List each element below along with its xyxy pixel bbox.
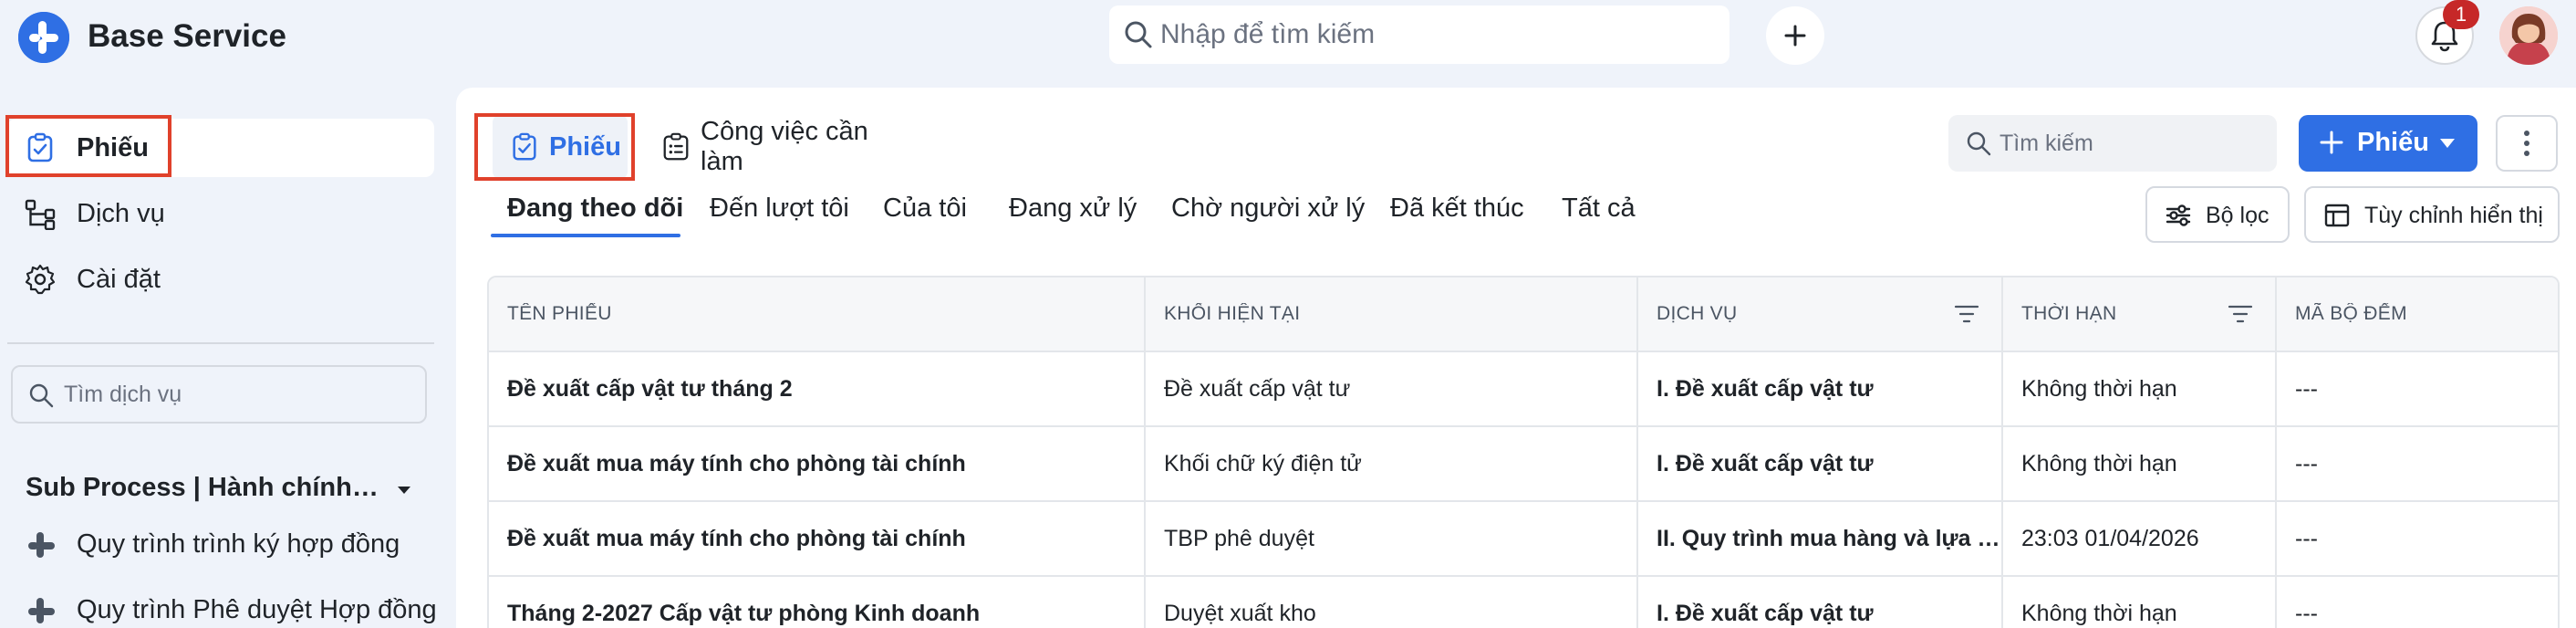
column-header-deadline[interactable]: THỜI HẠN [2003, 277, 2277, 351]
cell-deadline: 23:03 01/04/2026 [2003, 502, 2277, 575]
table-header-row: TÊN PHIẾU KHỐI HIỆN TẠI DỊCH VỤ THỜI HẠN… [489, 277, 2558, 352]
process-label: Quy trình Phê duyệt Hợp đồng [77, 595, 437, 624]
sidebar-item-label: Cài đặt [77, 264, 161, 294]
column-header-current-block[interactable]: KHỐI HIỆN TẠI [1146, 277, 1638, 351]
tab-tickets[interactable]: Phiếu [493, 115, 628, 179]
more-vertical-icon [2524, 131, 2529, 156]
cell-deadline: Không thời hạn [2003, 577, 2277, 628]
sidebar-process-item[interactable]: Quy trình trình ký hợp đồng [26, 520, 427, 571]
global-search[interactable] [1109, 5, 1729, 64]
main-panel: Phiếu Công việc cần làm Phiếu [456, 88, 2576, 628]
ticket-table: TÊN PHIẾU KHỐI HIỆN TẠI DỊCH VỤ THỜI HẠN… [487, 276, 2560, 628]
cell-ticket-name[interactable]: Đề xuất mua máy tính cho phòng tài chính [489, 427, 1146, 500]
cell-service: I. Đề xuất cấp vật tư [1638, 577, 2003, 628]
caret-down-icon [2440, 139, 2455, 148]
sidebar-item-settings[interactable]: Cài đặt [7, 250, 434, 309]
filter-button-label: Bộ lọc [2206, 203, 2270, 228]
filter-tab-waiting[interactable]: Chờ người xử lý [1171, 194, 1365, 224]
service-search-input[interactable] [64, 378, 410, 411]
customize-view-label: Tùy chỉnh hiển thị [2364, 203, 2543, 228]
search-icon [1125, 21, 1152, 48]
sidebar-divider [7, 342, 434, 344]
create-ticket-button[interactable]: Phiếu [2299, 115, 2477, 172]
app-logo-icon[interactable] [18, 12, 69, 63]
sidebar-item-label: Dịch vụ [77, 198, 165, 228]
search-icon [1967, 131, 1991, 156]
plus-icon [1784, 25, 1806, 47]
user-avatar[interactable] [2499, 6, 2558, 65]
cell-service: I. Đề xuất cấp vật tư [1638, 352, 2003, 425]
workflow-icon [25, 199, 56, 230]
service-search[interactable] [11, 365, 427, 424]
create-button[interactable] [1766, 6, 1824, 65]
tab-todo[interactable]: Công việc cần làm [644, 115, 918, 179]
cell-current-block: Khối chữ ký điện tử [1146, 427, 1638, 500]
plus-icon [2320, 131, 2343, 154]
top-bar: Base Service 1 [0, 0, 2576, 75]
tab-label: Phiếu [549, 131, 621, 162]
customize-view-button[interactable]: Tùy chỉnh hiển thị [2304, 186, 2560, 243]
process-icon [28, 532, 55, 558]
table-row[interactable]: Đề xuất mua máy tính cho phòng tài chính… [489, 427, 2558, 502]
cell-counter-code: --- [2295, 375, 2318, 402]
filter-button[interactable]: Bộ lọc [2145, 186, 2290, 243]
process-label: Quy trình trình ký hợp đồng [77, 529, 400, 559]
column-header-ticket-name[interactable]: TÊN PHIẾU [489, 277, 1146, 351]
table-row[interactable]: Đề xuất cấp vật tư tháng 2 Đề xuất cấp v… [489, 352, 2558, 427]
cell-ticket-name[interactable]: Đề xuất cấp vật tư tháng 2 [489, 352, 1146, 425]
more-options-button[interactable] [2496, 115, 2558, 172]
ticket-check-icon [513, 132, 536, 161]
sidebar-item-tickets[interactable]: Phiếu [7, 119, 434, 177]
cell-current-block: TBP phê duyệt [1146, 502, 1638, 575]
app-title: Base Service [88, 18, 286, 54]
sidebar-item-label: Phiếu [77, 132, 149, 162]
cell-counter-code: --- [2295, 525, 2318, 551]
ticket-search[interactable] [1948, 115, 2277, 172]
column-filter-icon[interactable] [2228, 303, 2253, 325]
filter-tab-my-turn[interactable]: Đến lượt tôi [710, 194, 849, 224]
sidebar-process-item[interactable]: Quy trình Phê duyệt Hợp đồng [26, 586, 437, 628]
ticket-check-icon [27, 132, 53, 162]
sidebar: Phiếu Dịch vụ Cài đặt Sub Process | Hành… [0, 110, 447, 628]
task-list-icon [663, 132, 689, 161]
active-tab-indicator [491, 234, 680, 237]
table-row[interactable]: Đề xuất mua máy tính cho phòng tài chính… [489, 502, 2558, 577]
tab-label: Công việc cần làm [701, 117, 868, 176]
notification-badge: 1 [2443, 0, 2479, 29]
column-filter-icon[interactable] [1954, 303, 1979, 325]
search-icon [29, 383, 54, 408]
cell-ticket-name[interactable]: Tháng 2-2027 Cấp vật tư phòng Kinh doanh [489, 577, 1146, 628]
table-row[interactable]: Tháng 2-2027 Cấp vật tư phòng Kinh doanh… [489, 577, 2558, 628]
gear-icon [25, 264, 56, 295]
filter-tab-following[interactable]: Đang theo dõi [507, 194, 683, 224]
cell-counter-code: --- [2295, 600, 2318, 626]
sliders-icon [2166, 204, 2191, 226]
filter-tab-processing[interactable]: Đang xử lý [1009, 194, 1137, 224]
cell-counter-code: --- [2295, 450, 2318, 476]
caret-down-icon[interactable] [394, 480, 414, 500]
filter-tab-all[interactable]: Tất cả [1562, 194, 1636, 224]
cell-current-block: Đề xuất cấp vật tư [1146, 352, 1638, 425]
cell-deadline: Không thời hạn [2003, 427, 2277, 500]
filter-tab-mine[interactable]: Của tôi [883, 194, 967, 224]
cell-service: I. Đề xuất cấp vật tư [1638, 427, 2003, 500]
ticket-search-input[interactable] [2000, 126, 2264, 161]
process-group-title[interactable]: Sub Process | Hành chính nhân sự [26, 473, 381, 503]
process-icon [28, 598, 55, 623]
column-header-service[interactable]: DỊCH VỤ [1638, 277, 2003, 351]
cell-deadline: Không thời hạn [2003, 352, 2277, 425]
create-ticket-label: Phiếu [2357, 128, 2429, 157]
global-search-input[interactable] [1160, 15, 1708, 55]
cell-current-block: Duyệt xuất kho [1146, 577, 1638, 628]
column-header-counter-code[interactable]: MÃ BỘ ĐẾM [2277, 277, 2558, 351]
filter-tab-finished[interactable]: Đã kết thúc [1390, 194, 1524, 224]
sidebar-item-services[interactable]: Dịch vụ [7, 184, 434, 243]
cell-service: II. Quy trình mua hàng và lựa chọn nhà c… [1638, 502, 2003, 575]
table-layout-icon [2324, 204, 2350, 227]
cell-ticket-name[interactable]: Đề xuất mua máy tính cho phòng tài chính [489, 502, 1146, 575]
